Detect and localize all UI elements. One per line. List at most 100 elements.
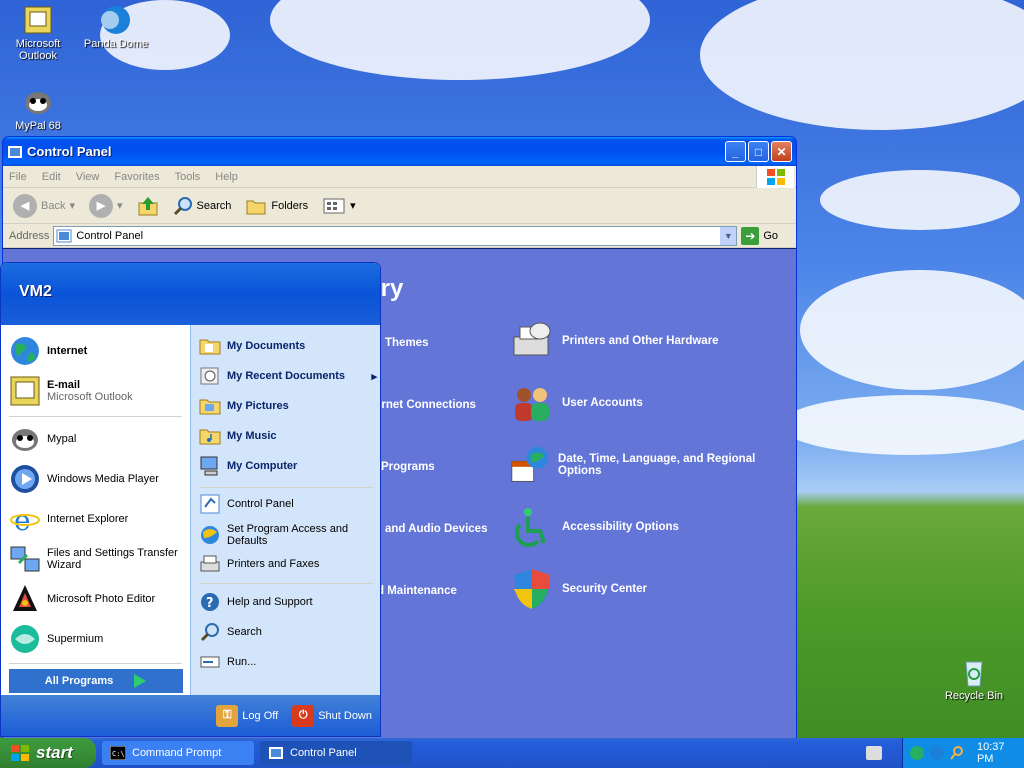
forward-button[interactable]: ▶ ▾: [85, 192, 127, 220]
close-button[interactable]: ✕: [771, 141, 792, 162]
arrow-right-icon: [134, 674, 147, 688]
search-icon[interactable]: [949, 745, 965, 761]
address-value: Control Panel: [76, 229, 144, 242]
printer-icon: [513, 322, 551, 356]
chevron-down-icon[interactable]: ▾: [69, 199, 75, 212]
maximize-button[interactable]: □: [748, 141, 769, 162]
help-label: Help and Support: [227, 596, 313, 608]
all-programs-label: All Programs: [44, 675, 114, 687]
recent-photo-editor[interactable]: Microsoft Photo Editor: [9, 583, 155, 615]
control-panel-icon: [8, 145, 22, 158]
menu-edit[interactable]: Edit: [42, 171, 61, 183]
up-button[interactable]: [133, 193, 163, 219]
help-and-support[interactable]: ? Help and Support: [199, 591, 377, 613]
log-off-button[interactable]: ⚿ Log Off: [216, 704, 279, 727]
desktop-icon-recycle-bin[interactable]: Recycle Bin: [936, 656, 1012, 702]
supermium-icon: [11, 625, 39, 653]
back-label: Back: [41, 199, 66, 212]
panda-dome-icon[interactable]: [929, 745, 945, 761]
go-button[interactable]: ➔ Go: [741, 226, 778, 245]
taskbar-command-prompt[interactable]: C:\ Command Prompt: [102, 741, 254, 765]
program-subtitle: Microsoft Outlook: [47, 391, 133, 403]
start-button[interactable]: start: [0, 738, 96, 768]
printer-icon: [200, 555, 220, 572]
shut-down-button[interactable]: ⏻ Shut Down: [292, 704, 372, 727]
search-item[interactable]: Search: [199, 621, 377, 643]
program-name: Microsoft Photo Editor: [47, 593, 156, 605]
pinned-email[interactable]: E-mail Microsoft Outlook: [9, 375, 133, 407]
chevron-down-icon: ▾: [350, 200, 356, 212]
category-performance-maintenance[interactable]: d Maintenance: [377, 585, 457, 597]
program-name: Internet Explorer: [47, 513, 129, 525]
key-icon: ⚿: [216, 704, 239, 727]
back-arrow-icon: ◀: [13, 193, 37, 218]
system-program-access[interactable]: Set Program Access and Defaults: [199, 523, 377, 547]
system-label: Set Program Access and Defaults: [227, 523, 349, 547]
recent-supermium[interactable]: Supermium: [9, 623, 103, 655]
place-label: My Pictures: [227, 400, 289, 412]
place-my-music[interactable]: My Music: [199, 425, 377, 447]
system-control-panel[interactable]: Control Panel: [199, 493, 377, 515]
category-user-accounts[interactable]: User Accounts: [510, 381, 643, 425]
recent-windows-media-player[interactable]: Windows Media Player: [9, 463, 159, 495]
category-label: Date, Time, Language, and Regional Optio…: [558, 453, 756, 477]
recent-internet-explorer[interactable]: e Internet Explorer: [9, 503, 128, 535]
desktop-icon-outlook[interactable]: Microsoft Outlook: [0, 4, 76, 62]
taskbar-control-panel[interactable]: Control Panel: [260, 741, 412, 765]
menu-help[interactable]: Help: [215, 171, 238, 183]
menu-favorites[interactable]: Favorites: [114, 171, 159, 183]
separator: [199, 583, 374, 584]
folders-button[interactable]: Folders: [241, 194, 312, 218]
keyboard-icon[interactable]: [866, 746, 882, 760]
all-programs-button[interactable]: All Programs: [9, 669, 183, 693]
pinned-internet[interactable]: Internet: [9, 335, 87, 367]
menu-bar: File Edit View Favorites Tools Help: [3, 166, 796, 188]
folder-documents-icon: [199, 339, 221, 355]
separator: [199, 487, 374, 488]
category-appearance-themes[interactable]: Themes: [385, 337, 428, 349]
log-off-label: Log Off: [242, 709, 279, 722]
start-menu: VM2 Internet E-mail Microsoft Outlook My…: [0, 262, 381, 737]
accessibility-icon: [514, 508, 546, 548]
category-printers-hardware[interactable]: Printers and Other Hardware: [510, 319, 719, 363]
address-input[interactable]: Control Panel ▼: [53, 225, 738, 246]
place-my-computer[interactable]: My Computer: [199, 455, 377, 477]
system-printers-faxes[interactable]: Printers and Faxes: [199, 553, 377, 575]
taskbar: start C:\ Command Prompt Control Panel 1…: [0, 738, 1024, 768]
program-name: Windows Media Player: [47, 473, 159, 485]
views-button[interactable]: ▾: [318, 194, 360, 218]
search-button[interactable]: Search: [169, 194, 236, 218]
back-button[interactable]: ◀ Back ▾: [9, 192, 79, 220]
minimize-button[interactable]: _: [725, 141, 746, 162]
category-sounds-audio[interactable]: and Audio Devices: [385, 523, 487, 535]
chevron-down-icon[interactable]: ▾: [117, 199, 123, 212]
cloud: [270, 0, 650, 80]
place-my-documents[interactable]: My Documents: [199, 335, 377, 357]
recent-files-settings-transfer[interactable]: Files and Settings Transfer Wizard: [9, 543, 185, 575]
category-date-time-language[interactable]: Date, Time, Language, and Regional Optio…: [510, 443, 780, 487]
menu-view[interactable]: View: [76, 171, 100, 183]
place-my-recent-documents[interactable]: My Recent Documents ▸: [199, 365, 377, 387]
place-my-pictures[interactable]: My Pictures: [199, 395, 377, 417]
panda-dome-icon: [100, 4, 132, 36]
desktop-icon-panda-dome[interactable]: Panda Dome: [78, 4, 154, 50]
menu-tools[interactable]: Tools: [175, 171, 201, 183]
recent-mypal[interactable]: Mypal: [9, 423, 76, 455]
desktop-icon-mypal[interactable]: MyPal 68: [0, 86, 76, 132]
shield-icon: [514, 569, 550, 609]
run-item[interactable]: Run...: [199, 651, 377, 673]
clock[interactable]: 10:37 PM: [977, 741, 1024, 765]
ie-icon: e: [10, 504, 40, 535]
category-programs[interactable]: Programs: [381, 461, 435, 473]
category-network-connections[interactable]: ernet Connections: [375, 399, 476, 411]
category-security-center[interactable]: Security Center: [510, 567, 647, 611]
menu-file[interactable]: File: [9, 171, 27, 183]
desktop-icon-label: Recycle Bin: [944, 690, 1004, 702]
title-bar[interactable]: Control Panel _ □ ✕: [3, 137, 796, 166]
mypal-icon: [22, 86, 54, 118]
cloud: [800, 270, 1024, 390]
address-dropdown-button[interactable]: ▼: [720, 226, 737, 245]
network-icon[interactable]: [909, 745, 925, 761]
category-accessibility[interactable]: Accessibility Options: [510, 505, 679, 549]
mypal-icon: [12, 429, 38, 451]
